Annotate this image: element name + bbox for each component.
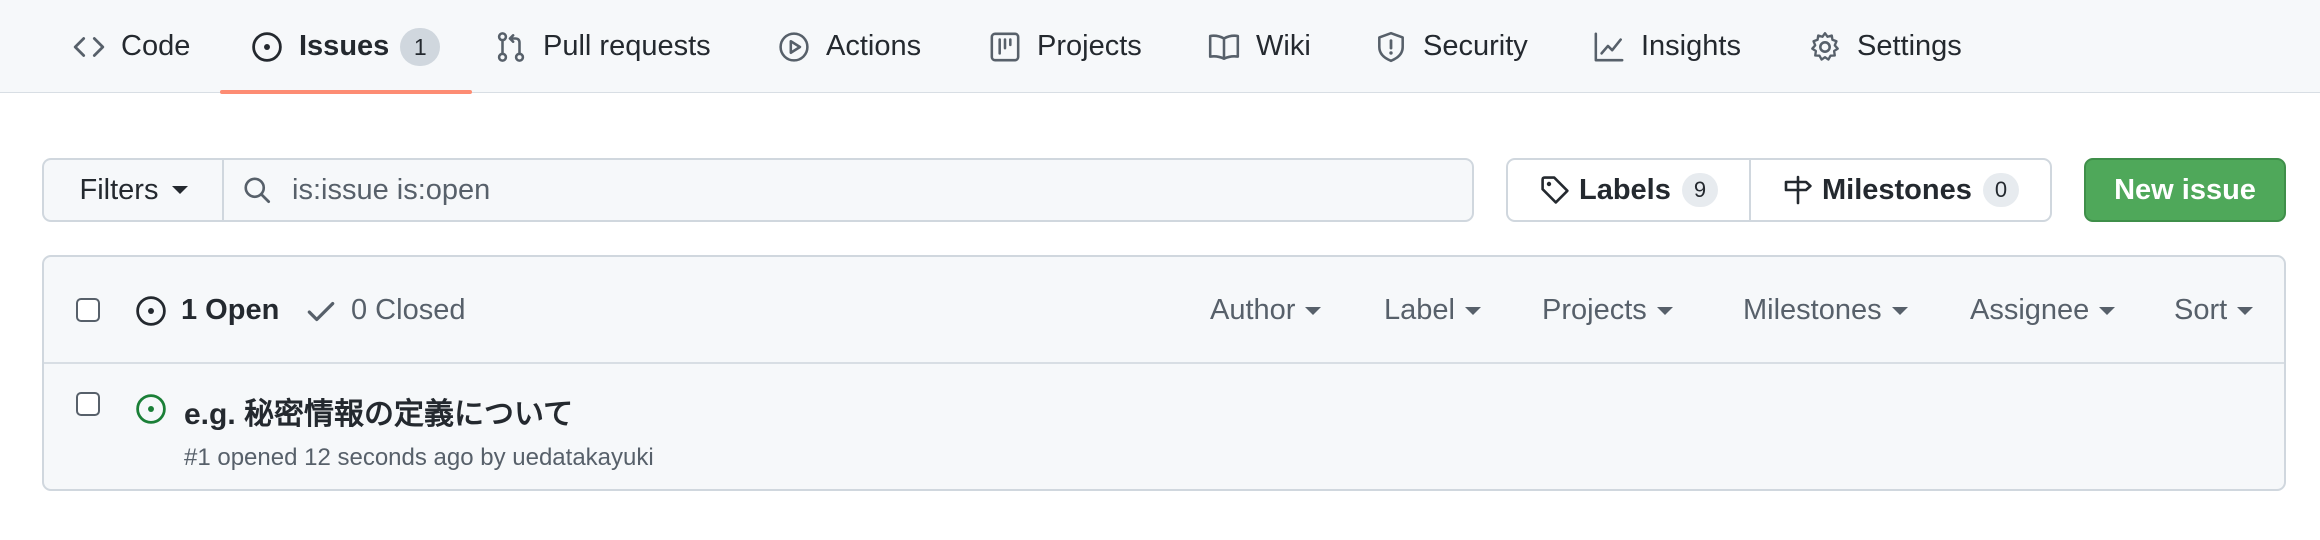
issue-opened-text: #1 opened 12 seconds ago by [184, 444, 513, 471]
caret-down-icon [1305, 306, 1322, 315]
shield-icon [1374, 30, 1408, 64]
new-issue-button[interactable]: New issue [2084, 158, 2286, 222]
caret-down-icon [2099, 306, 2116, 315]
closed-issues-link[interactable]: 0 Closed [304, 257, 465, 364]
closed-count-label: 0 Closed [351, 294, 466, 326]
search-input[interactable] [292, 173, 1392, 207]
caret-down-icon [1656, 306, 1673, 315]
tab-issues[interactable]: Issues 1 [219, 0, 473, 94]
filter-label: Milestones [1743, 294, 1882, 326]
labels-milestones-group: Labels 9 Milestones 0 [1506, 158, 2052, 222]
tab-projects[interactable]: Projects [988, 0, 1142, 93]
tab-label: Insights [1641, 30, 1741, 62]
issue-opened-icon [134, 392, 168, 426]
assignee-filter[interactable]: Assignee [1970, 257, 2116, 364]
repo-nav: Code Issues 1 Pull requests Actions Proj… [0, 0, 2320, 94]
milestones-count-badge: 0 [1982, 173, 2020, 207]
issue-checkbox[interactable] [76, 392, 100, 416]
check-icon [304, 294, 338, 328]
milestones-filter[interactable]: Milestones [1743, 257, 1908, 364]
caret-down-icon [172, 186, 189, 194]
tab-security[interactable]: Security [1374, 0, 1528, 93]
issue-opened-icon [250, 30, 284, 64]
graph-icon [1592, 30, 1626, 64]
issues-list-box: 1 Open 0 Closed Author Label Projects Mi… [42, 255, 2286, 491]
tab-label: Settings [1857, 30, 1962, 62]
open-issues-link[interactable]: 1 Open [134, 257, 279, 364]
issues-count-badge: 1 [400, 27, 441, 66]
tab-pull-requests[interactable]: Pull requests [494, 0, 711, 93]
issue-meta: #1 opened 12 seconds ago by uedatakayuki [184, 444, 654, 472]
issues-list-header: 1 Open 0 Closed Author Label Projects Mi… [44, 257, 2284, 364]
tab-code[interactable]: Code [72, 0, 190, 93]
filters-label: Filters [79, 173, 159, 206]
tag-icon [1539, 174, 1571, 206]
book-icon [1207, 30, 1241, 64]
code-icon [72, 30, 106, 64]
filter-label: Author [1210, 294, 1296, 326]
labels-label: Labels [1578, 173, 1671, 206]
tab-label: Actions [826, 30, 922, 62]
search-icon [242, 175, 272, 205]
open-count-label: 1 Open [181, 294, 280, 326]
tab-label: Projects [1037, 30, 1142, 62]
author-filter[interactable]: Author [1210, 257, 1322, 364]
milestones-button[interactable]: Milestones 0 [1751, 160, 2050, 220]
caret-down-icon [2237, 306, 2254, 315]
gear-icon [1808, 30, 1842, 64]
sort-filter[interactable]: Sort [2174, 257, 2254, 364]
label-filter[interactable]: Label [1384, 257, 1481, 364]
filters-dropdown-button[interactable]: Filters [42, 158, 224, 222]
tab-label: Code [121, 30, 191, 62]
issue-search [222, 158, 1474, 222]
tab-wiki[interactable]: Wiki [1207, 0, 1311, 93]
tab-actions[interactable]: Actions [777, 0, 921, 93]
tab-label: Security [1423, 30, 1528, 62]
issue-row: e.g. 秘密情報の定義について #1 opened 12 seconds ag… [44, 364, 2284, 489]
filter-label: Projects [1542, 294, 1647, 326]
tab-insights[interactable]: Insights [1592, 0, 1741, 93]
tab-label: Issues [299, 30, 390, 62]
filter-label: Sort [2174, 294, 2228, 326]
issue-author-link[interactable]: uedatakayuki [512, 444, 653, 471]
filter-label: Label [1384, 294, 1455, 326]
git-pull-request-icon [494, 30, 528, 64]
play-icon [777, 30, 811, 64]
filter-label: Assignee [1970, 294, 2090, 326]
tab-settings[interactable]: Settings [1808, 0, 1962, 93]
milestones-label: Milestones [1821, 173, 1972, 206]
caret-down-icon [1891, 306, 1908, 315]
issue-title-link[interactable]: e.g. 秘密情報の定義について [184, 389, 573, 433]
projects-filter[interactable]: Projects [1542, 257, 1673, 364]
tab-label: Pull requests [543, 30, 711, 62]
table-icon [988, 30, 1022, 64]
select-all-checkbox[interactable] [76, 298, 100, 322]
labels-button[interactable]: Labels 9 [1508, 160, 1752, 220]
issue-opened-icon [134, 294, 168, 328]
milestone-icon [1782, 174, 1814, 206]
caret-down-icon [1464, 306, 1481, 315]
tab-label: Wiki [1256, 30, 1311, 62]
labels-count-badge: 9 [1681, 173, 1719, 207]
